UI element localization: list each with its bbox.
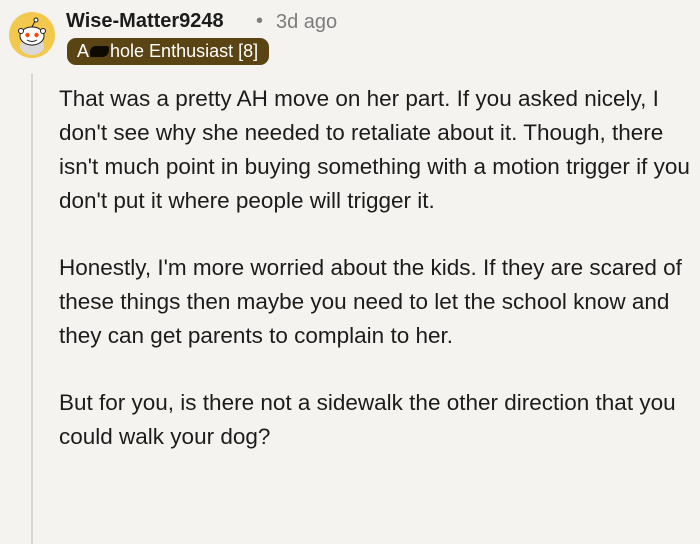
thread-collapse-line[interactable]	[31, 74, 33, 544]
flair-text-prefix: A	[77, 41, 90, 61]
snoo-avatar-icon	[18, 17, 46, 55]
username[interactable]: Wise-Matter9248	[66, 10, 224, 33]
avatar[interactable]	[9, 12, 55, 58]
user-flair: Ahole Enthusiast [8]	[67, 38, 270, 65]
comment-body: That was a pretty AH move on her part. I…	[59, 82, 695, 487]
censor-mark	[90, 45, 110, 57]
flair-text-suffix: hole Enthusiast [8]	[110, 41, 259, 61]
comment-age: 3d ago	[276, 11, 338, 33]
comment-paragraph: Honestly, I'm more worried about the kid…	[59, 255, 682, 348]
comment-paragraph: That was a pretty AH move on her part. I…	[59, 86, 690, 213]
separator-dot: •	[256, 10, 264, 32]
comment-paragraph: But for you, is there not a sidewalk the…	[59, 390, 676, 449]
